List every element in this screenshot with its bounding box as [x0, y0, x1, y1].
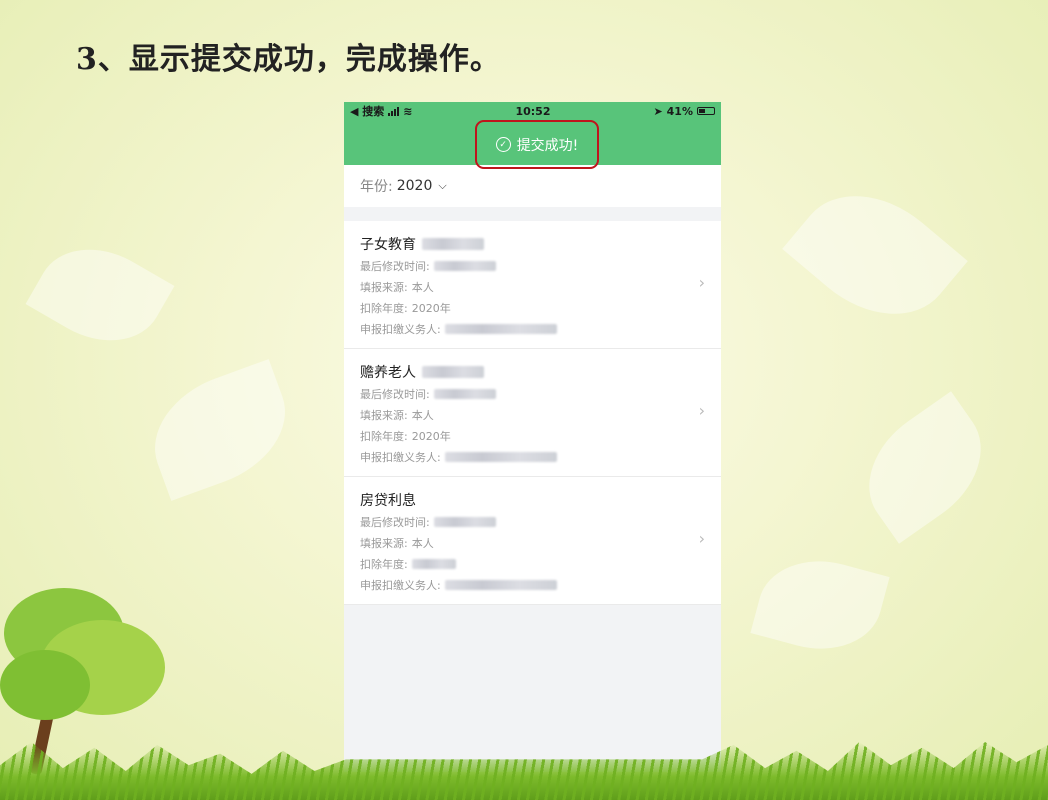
card-title: 赡养老人 — [360, 361, 705, 383]
deduction-card-elderly-support[interactable]: 赡养老人 最后修改时间: 填报来源: 本人 扣除年度: 2020年 申报扣缴义务人:… — [344, 349, 721, 477]
row-label: 填报来源: — [360, 536, 408, 550]
wifi-icon: ≋ — [403, 104, 413, 118]
row-value: 本人 — [411, 280, 434, 294]
row-label: 申报扣缴义务人: — [360, 322, 441, 336]
row-label: 填报来源: — [360, 408, 408, 422]
redacted-name — [422, 238, 484, 250]
redacted-value — [444, 323, 557, 334]
year-filter[interactable]: 年份: 2020 ⌵ — [344, 165, 721, 207]
card-row: 扣除年度: 2020年 — [360, 425, 705, 446]
battery-icon — [697, 107, 715, 115]
background-leaf — [782, 164, 968, 346]
back-to-search-link[interactable]: ◀ 搜索 — [350, 103, 384, 119]
card-row: 填报来源: 本人 — [360, 276, 705, 297]
card-row: 最后修改时间: — [360, 255, 705, 276]
year-label: 年份: — [360, 179, 393, 195]
tree-canopy — [0, 650, 90, 720]
phone-screenshot: ◀ 搜索 ≋ 10:52 ➤ 41% ✓ 提交成功! 年份: 2020 ⌵ 子女… — [344, 102, 721, 772]
row-value: 2020年 — [411, 429, 451, 443]
background-leaf — [844, 391, 1006, 544]
row-label: 最后修改时间: — [360, 259, 430, 273]
redacted-value — [411, 558, 456, 569]
deduction-card-mortgage-interest[interactable]: 房贷利息 最后修改时间: 填报来源: 本人 扣除年度: 申报扣缴义务人: › — [344, 477, 721, 605]
card-row: 申报扣缴义务人: — [360, 318, 705, 339]
success-toast: ✓ 提交成功! — [475, 120, 599, 169]
card-row: 最后修改时间: — [360, 511, 705, 532]
location-icon: ➤ — [653, 104, 663, 118]
card-title: 房贷利息 — [360, 489, 705, 511]
background-leaf — [25, 226, 175, 364]
row-label: 扣除年度: — [360, 429, 408, 443]
redacted-name — [422, 366, 484, 378]
redacted-value — [433, 388, 496, 399]
redacted-value — [433, 260, 496, 271]
redacted-value — [444, 451, 557, 462]
row-label: 最后修改时间: — [360, 515, 430, 529]
card-row: 扣除年度: — [360, 553, 705, 574]
card-row: 扣除年度: 2020年 — [360, 297, 705, 318]
deduction-card-children-education[interactable]: 子女教育 最后修改时间: 填报来源: 本人 扣除年度: 2020年 申报扣缴义务人:… — [344, 221, 721, 349]
chevron-right-icon: › — [698, 529, 705, 548]
signal-icon — [388, 106, 400, 116]
background-leaf — [750, 546, 890, 664]
chevron-down-icon: ⌵ — [438, 179, 447, 192]
card-title-text: 房贷利息 — [360, 493, 416, 509]
row-value: 本人 — [411, 536, 434, 550]
card-title-text: 子女教育 — [360, 237, 416, 253]
card-row: 申报扣缴义务人: — [360, 446, 705, 467]
row-value: 本人 — [411, 408, 434, 422]
card-row: 填报来源: 本人 — [360, 532, 705, 553]
row-label: 申报扣缴义务人: — [360, 450, 441, 464]
card-title: 子女教育 — [360, 233, 705, 255]
row-label: 填报来源: — [360, 280, 408, 294]
check-circle-icon: ✓ — [495, 137, 511, 152]
row-value: 2020年 — [411, 301, 451, 315]
card-row: 最后修改时间: — [360, 383, 705, 404]
status-bar: ◀ 搜索 ≋ 10:52 ➤ 41% — [344, 102, 721, 120]
row-label: 最后修改时间: — [360, 387, 430, 401]
background-leaf — [137, 359, 303, 501]
redacted-value — [444, 579, 557, 590]
chevron-right-icon: › — [698, 273, 705, 292]
card-row: 申报扣缴义务人: — [360, 574, 705, 595]
card-row: 填报来源: 本人 — [360, 404, 705, 425]
year-value: 2020 — [396, 178, 433, 194]
chevron-right-icon: › — [698, 401, 705, 420]
slide-title: 3、显示提交成功，完成操作。 — [76, 42, 501, 77]
battery-percent: 41% — [666, 104, 693, 118]
row-label: 申报扣缴义务人: — [360, 578, 441, 592]
row-label: 扣除年度: — [360, 301, 408, 315]
row-label: 扣除年度: — [360, 557, 408, 571]
status-time: 10:52 — [515, 104, 551, 118]
redacted-value — [433, 516, 496, 527]
card-title-text: 赡养老人 — [360, 365, 416, 381]
toast-text: 提交成功! — [516, 137, 579, 154]
